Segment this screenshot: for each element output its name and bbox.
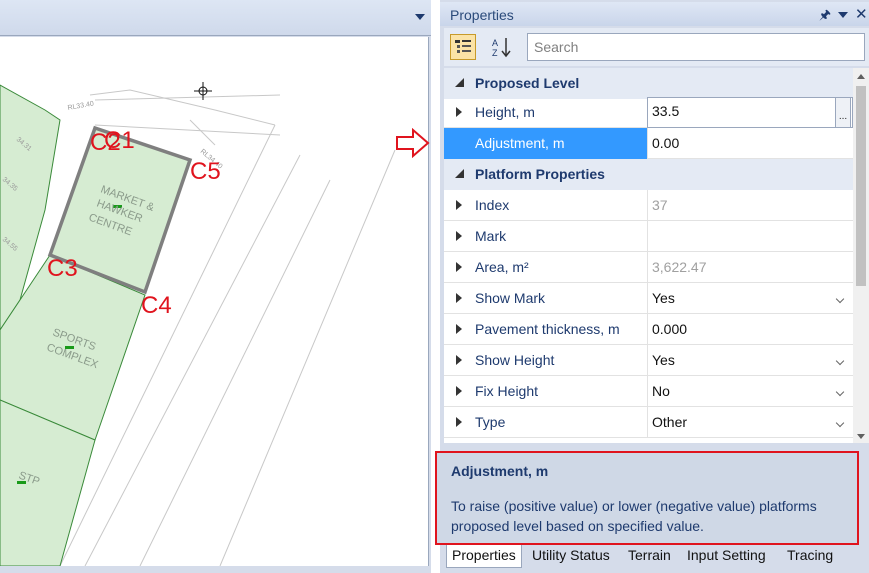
close-icon[interactable]: ✕ bbox=[855, 5, 868, 23]
expand-icon[interactable] bbox=[456, 293, 462, 303]
panel-title-bar: Properties 🖈 ✕ bbox=[440, 2, 869, 26]
arrow-right-icon bbox=[396, 128, 430, 158]
chevron-down-icon[interactable] bbox=[835, 356, 845, 366]
collapse-icon[interactable] bbox=[455, 169, 464, 178]
chevron-down-icon[interactable] bbox=[835, 387, 845, 397]
expand-icon[interactable] bbox=[456, 324, 462, 334]
type-select[interactable]: Other bbox=[647, 407, 853, 438]
expand-icon[interactable] bbox=[456, 231, 462, 241]
property-row-show-height[interactable]: Show Height Yes bbox=[444, 345, 853, 376]
chevron-down-icon[interactable] bbox=[835, 418, 845, 428]
scrollbar-thumb[interactable] bbox=[856, 86, 866, 286]
property-row-area[interactable]: Area, m² 3,622.47 bbox=[444, 252, 853, 283]
show-mark-select[interactable]: Yes bbox=[647, 283, 853, 314]
expand-icon[interactable] bbox=[456, 262, 462, 272]
area-value: 3,622.47 bbox=[647, 252, 853, 283]
category-platform-properties[interactable]: Platform Properties bbox=[444, 159, 853, 190]
alphabetical-sort-button[interactable]: A Z bbox=[488, 34, 514, 60]
tab-properties[interactable]: Properties bbox=[446, 545, 522, 568]
property-row-adjustment[interactable]: Adjustment, m 0.00 bbox=[444, 128, 853, 159]
category-proposed-level[interactable]: Proposed Level bbox=[444, 68, 853, 99]
property-row-index[interactable]: Index 37 bbox=[444, 190, 853, 221]
property-grid: Proposed Level Height, m 33.5 ... Adjust… bbox=[444, 68, 853, 443]
chevron-down-icon[interactable] bbox=[838, 12, 848, 18]
property-row-height[interactable]: Height, m 33.5 ... bbox=[444, 97, 853, 128]
search-input[interactable] bbox=[527, 33, 865, 61]
drawing-view: MARKET & HAWKER CENTRE SPORTS COMPLEX ST… bbox=[0, 0, 431, 573]
mark-value-field[interactable] bbox=[647, 221, 853, 252]
property-row-type[interactable]: Type Other bbox=[444, 407, 853, 438]
properties-toolbar: A Z bbox=[444, 28, 869, 66]
categorized-view-button[interactable] bbox=[450, 34, 476, 60]
sort-az-icon: A Z bbox=[492, 38, 511, 58]
drawing-header bbox=[0, 0, 431, 36]
expand-icon[interactable] bbox=[456, 107, 462, 117]
tab-input-setting[interactable]: Input Setting bbox=[682, 545, 771, 568]
properties-panel: Properties 🖈 ✕ A Z Search Proposed Level… bbox=[435, 0, 869, 573]
property-row-show-mark[interactable]: Show Mark Yes bbox=[444, 283, 853, 314]
expand-icon[interactable] bbox=[456, 200, 462, 210]
drawing-canvas[interactable]: MARKET & HAWKER CENTRE SPORTS COMPLEX ST… bbox=[0, 37, 429, 566]
point-label-c4: C4 bbox=[141, 292, 172, 319]
scroll-down-icon[interactable] bbox=[857, 434, 865, 439]
property-description: Adjustment, m To raise (positive value) … bbox=[435, 451, 859, 545]
expand-icon[interactable] bbox=[456, 417, 462, 427]
tab-terrain[interactable]: Terrain bbox=[623, 545, 676, 568]
show-height-select[interactable]: Yes bbox=[647, 345, 853, 376]
expand-icon[interactable] bbox=[456, 386, 462, 396]
point-label-c5: C5 bbox=[190, 158, 221, 185]
level-label: RL33.40 bbox=[67, 100, 94, 112]
expand-icon[interactable] bbox=[456, 355, 462, 365]
height-value-field[interactable]: 33.5 bbox=[647, 97, 853, 128]
scroll-up-icon[interactable] bbox=[857, 74, 865, 79]
description-title: Adjustment, m bbox=[451, 463, 549, 479]
property-row-pavement-thickness[interactable]: Pavement thickness, m 0.000 bbox=[444, 314, 853, 345]
tab-tracing[interactable]: Tracing bbox=[782, 545, 838, 568]
svg-text:A: A bbox=[492, 38, 498, 48]
fix-height-select[interactable]: No bbox=[647, 376, 853, 407]
chevron-down-icon[interactable] bbox=[835, 294, 845, 304]
panel-title: Properties bbox=[450, 7, 514, 23]
pin-icon[interactable]: 🖈 bbox=[819, 6, 831, 28]
svg-text:Z: Z bbox=[492, 48, 498, 58]
point-label-c3: C3 bbox=[47, 255, 78, 282]
categorized-icon bbox=[455, 40, 471, 53]
ellipsis-button[interactable]: ... bbox=[835, 97, 851, 128]
point-label-c1: C1 bbox=[104, 127, 135, 154]
panel-tabs: Properties Utility Status Terrain Input … bbox=[440, 545, 869, 573]
description-text: To raise (positive value) or lower (nega… bbox=[451, 498, 817, 534]
property-grid-scrollbar[interactable] bbox=[853, 68, 869, 443]
tab-utility-status[interactable]: Utility Status bbox=[527, 545, 615, 568]
adjustment-value-field[interactable]: 0.00 bbox=[647, 128, 853, 159]
pavement-thickness-field[interactable]: 0.000 bbox=[647, 314, 853, 345]
property-row-mark[interactable]: Mark bbox=[444, 221, 853, 252]
chevron-down-icon[interactable] bbox=[415, 14, 425, 20]
property-row-fix-height[interactable]: Fix Height No bbox=[444, 376, 853, 407]
collapse-icon[interactable] bbox=[455, 78, 464, 87]
index-value: 37 bbox=[647, 190, 853, 221]
